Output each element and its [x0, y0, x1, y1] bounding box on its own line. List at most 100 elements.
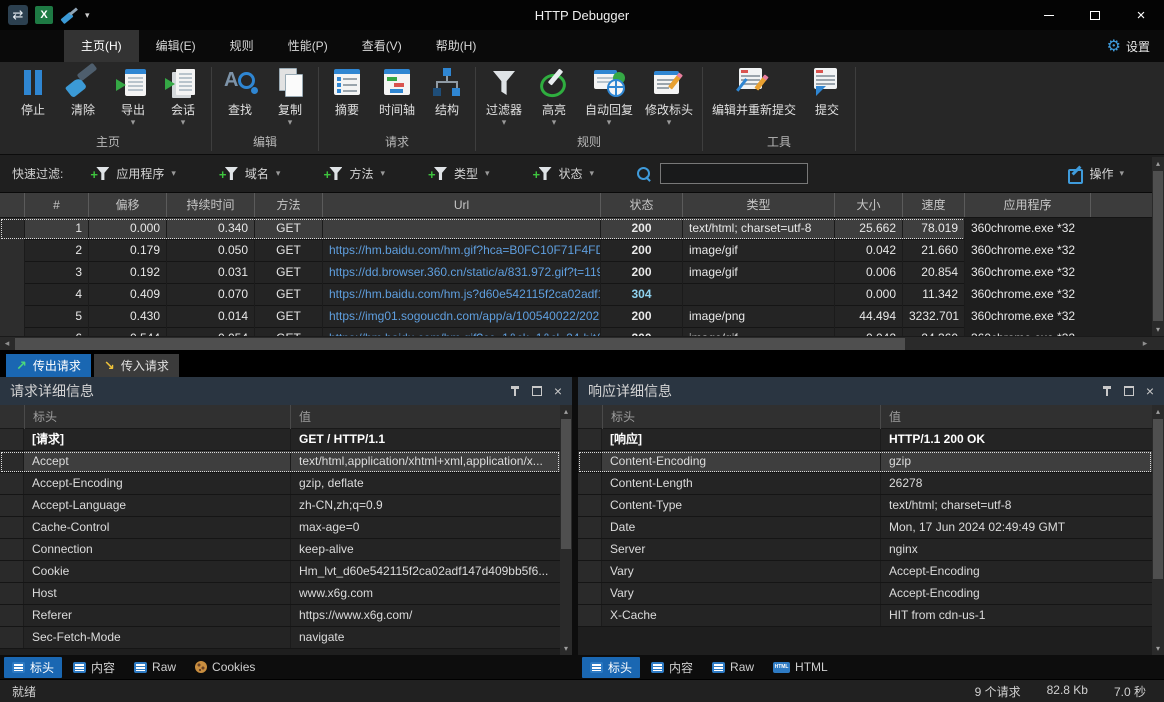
table-row[interactable]: 1 0.000 0.340 GET 200 text/html; charset…	[0, 218, 1152, 240]
filter-button[interactable]: 应用程序	[93, 165, 176, 182]
stream-tab[interactable]: 传出请求	[6, 354, 91, 377]
table-row[interactable]: 5 0.430 0.014 GET https://img01.sogoucdn…	[0, 306, 1152, 328]
table-row[interactable]: 3 0.192 0.031 GET https://dd.browser.360…	[0, 262, 1152, 284]
minimize-button[interactable]	[1026, 0, 1072, 30]
column-size[interactable]: 大小	[834, 193, 902, 217]
column-header[interactable]: 标头	[602, 405, 880, 429]
header-row[interactable]: Content-Type text/html; charset=utf-8	[578, 495, 1152, 517]
ribbon-button[interactable]: 自动回复	[579, 64, 639, 127]
close-panel-icon[interactable]: ×	[1146, 384, 1154, 398]
excel-export-icon[interactable]: X	[35, 6, 53, 24]
column-speed[interactable]: 速度	[902, 193, 964, 217]
header-row[interactable]: X-Cache HIT from cdn-us-1	[578, 605, 1152, 627]
action-button[interactable]: 操作	[1068, 165, 1152, 182]
ribbon-button[interactable]: 导出	[108, 64, 158, 127]
header-row[interactable]: Accept text/html,application/xhtml+xml,a…	[0, 451, 560, 473]
ribbon-button[interactable]: 结构	[422, 64, 472, 127]
maximize-panel-icon[interactable]	[1124, 386, 1134, 396]
column-type[interactable]: 类型	[682, 193, 834, 217]
scroll-up-icon[interactable]: ▴	[1152, 157, 1164, 170]
ribbon-button[interactable]: 时间轴	[372, 64, 422, 127]
table-row[interactable]: 6 0.544 0.054 GET https://hm.baidu.com/h…	[0, 328, 1152, 336]
ribbon-button[interactable]: 编辑并重新提交	[706, 64, 802, 127]
menu-item[interactable]: 帮助(H)	[419, 30, 494, 62]
header-row[interactable]: Content-Encoding gzip	[578, 451, 1152, 473]
cell-url[interactable]: https://hm.baidu.com/hm.gif?cc=1&ck=1&cl…	[322, 328, 600, 336]
pin-icon[interactable]	[510, 385, 520, 397]
scroll-right-icon[interactable]: ▸	[1138, 337, 1152, 350]
horizontal-scroll-thumb[interactable]	[15, 338, 905, 350]
vertical-scroll-thumb[interactable]	[561, 419, 571, 549]
panel-tab[interactable]: 标头	[582, 657, 640, 678]
header-row[interactable]: [响应] HTTP/1.1 200 OK	[578, 429, 1152, 451]
ribbon-button[interactable]: 清除	[58, 64, 108, 127]
column-value[interactable]: 值	[290, 405, 560, 429]
column-application[interactable]: 应用程序	[964, 193, 1090, 217]
pin-icon[interactable]	[1102, 385, 1112, 397]
menu-item[interactable]: 主页(H)	[64, 30, 139, 62]
ribbon-button[interactable]: 会话	[158, 64, 208, 127]
column-domain[interactable]	[1090, 193, 1152, 217]
column-status[interactable]: 状态	[600, 193, 682, 217]
scroll-down-icon[interactable]: ▾	[560, 642, 572, 655]
brush-icon[interactable]	[60, 6, 78, 24]
header-row[interactable]: Accept-Language zh-CN,zh;q=0.9	[0, 495, 560, 517]
close-panel-icon[interactable]: ×	[554, 384, 562, 398]
quick-access-dropdown-icon[interactable]: ▾	[85, 10, 90, 21]
menu-item[interactable]: 规则	[213, 30, 271, 62]
panel-tab[interactable]: 标头	[4, 657, 62, 678]
close-button[interactable]: ×	[1118, 0, 1164, 30]
filter-button[interactable]: 域名	[222, 165, 281, 182]
scroll-down-icon[interactable]: ▾	[1152, 323, 1164, 336]
header-row[interactable]: Sec-Fetch-Mode navigate	[0, 627, 560, 649]
table-row[interactable]: 2 0.179 0.050 GET https://hm.baidu.com/h…	[0, 240, 1152, 262]
scroll-up-icon[interactable]: ▴	[560, 405, 572, 418]
panel-tab[interactable]: Raw	[704, 658, 762, 676]
table-vertical-scrollbar[interactable]: ▴ ▾	[1152, 157, 1164, 336]
ribbon-button[interactable]: 停止	[8, 64, 58, 127]
response-panel-scrollbar[interactable]: ▴ ▾	[1152, 405, 1164, 655]
menu-item[interactable]: 查看(V)	[345, 30, 419, 62]
ribbon-button[interactable]: 修改标头	[639, 64, 699, 127]
column-url[interactable]: Url	[322, 193, 600, 217]
ribbon-button[interactable]: 复制	[265, 64, 315, 127]
menu-item[interactable]: 编辑(E)	[139, 30, 213, 62]
panel-tab[interactable]: 内容	[643, 657, 701, 678]
header-row[interactable]: Content-Length 26278	[578, 473, 1152, 495]
column-header[interactable]: 标头	[24, 405, 290, 429]
column-offset[interactable]: 偏移	[88, 193, 166, 217]
panel-tab[interactable]: Raw	[126, 658, 184, 676]
ribbon-button[interactable]: 高亮	[529, 64, 579, 127]
stream-tab[interactable]: 传入请求	[94, 354, 179, 377]
header-row[interactable]: Cookie Hm_lvt_d60e542115f2ca02adf147d409…	[0, 561, 560, 583]
column-value[interactable]: 值	[880, 405, 1152, 429]
scroll-up-icon[interactable]: ▴	[1152, 405, 1164, 418]
scroll-down-icon[interactable]: ▾	[1152, 642, 1164, 655]
ribbon-button[interactable]: 提交	[802, 64, 852, 127]
vertical-scroll-thumb[interactable]	[1153, 171, 1163, 321]
ribbon-button[interactable]: 摘要	[322, 64, 372, 127]
column-method[interactable]: 方法	[254, 193, 322, 217]
ribbon-button[interactable]: 过滤器	[479, 64, 529, 127]
horizontal-scrollbar[interactable]: ◂ ▸	[0, 336, 1164, 350]
header-row[interactable]: Referer https://www.x6g.com/	[0, 605, 560, 627]
ribbon-button[interactable]: 查找	[215, 64, 265, 127]
filter-button[interactable]: 状态	[536, 165, 595, 182]
table-row[interactable]: 4 0.409 0.070 GET https://hm.baidu.com/h…	[0, 284, 1152, 306]
app-swap-arrows-icon[interactable]: ⇄	[8, 5, 28, 25]
maximize-panel-icon[interactable]	[532, 386, 542, 396]
column-number[interactable]: #	[24, 193, 88, 217]
header-row[interactable]: Accept-Encoding gzip, deflate	[0, 473, 560, 495]
header-row[interactable]: [请求] GET / HTTP/1.1	[0, 429, 560, 451]
panel-tab[interactable]: Cookies	[187, 658, 263, 676]
header-row[interactable]: Host www.x6g.com	[0, 583, 560, 605]
panel-tab[interactable]: HTML	[765, 658, 836, 676]
settings-button[interactable]: 设置	[1107, 30, 1164, 62]
request-panel-scrollbar[interactable]: ▴ ▾	[560, 405, 572, 655]
vertical-scroll-thumb[interactable]	[1153, 419, 1163, 579]
header-row[interactable]: Vary Accept-Encoding	[578, 561, 1152, 583]
header-row[interactable]: Connection keep-alive	[0, 539, 560, 561]
maximize-button[interactable]	[1072, 0, 1118, 30]
column-duration[interactable]: 持续时间	[166, 193, 254, 217]
header-row[interactable]: Vary Accept-Encoding	[578, 583, 1152, 605]
